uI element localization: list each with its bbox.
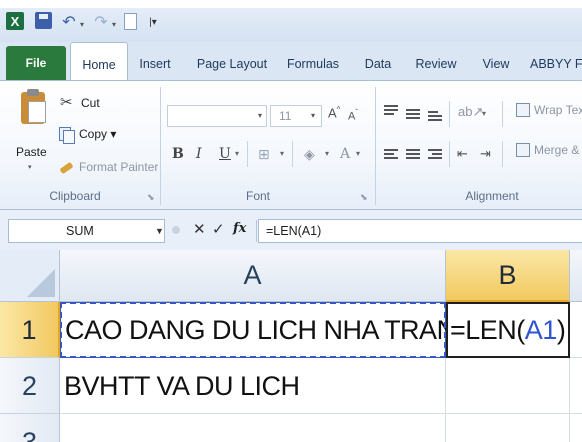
cell-c1[interactable] (570, 302, 582, 358)
undo-dropdown-icon[interactable]: ▾ (80, 14, 84, 34)
new-document-icon[interactable] (124, 13, 137, 30)
increase-indent-icon[interactable]: ⇥ (480, 143, 491, 165)
enter-formula-button[interactable]: ✓ (212, 222, 225, 238)
cell-a2-text: BVHTT VA DU LICH (64, 371, 300, 401)
formula-input[interactable]: =LEN(A1) (258, 219, 582, 243)
cell-a1-text: CAO DANG DU LICH NHA TRANG (65, 315, 477, 345)
clipboard-launcher-icon[interactable]: ⬊ (147, 192, 155, 203)
tab-view[interactable]: View (478, 42, 514, 80)
align-left-icon[interactable] (384, 149, 398, 161)
cell-a1[interactable]: CAO DANG DU LICH NHA TRANG (60, 302, 477, 358)
paintbrush-icon (58, 159, 74, 175)
underline-dropdown-icon[interactable]: ▾ (235, 143, 239, 165)
cell-c2[interactable] (570, 358, 582, 414)
copy-icon (58, 126, 75, 144)
tab-abbyy[interactable]: ABBYY Fin (530, 42, 582, 80)
font-name-dropdown-icon[interactable]: ▾ (258, 111, 262, 120)
orientation-icon[interactable]: ab↗ (458, 101, 483, 123)
customize-toolbar-icon[interactable]: |▾ (147, 12, 159, 32)
cell-a2[interactable]: BVHTT VA DU LICH (60, 358, 446, 414)
ribbon-tabs: File Home Insert Page Layout Formulas Da… (0, 42, 582, 82)
merge-icon (516, 143, 530, 157)
quick-access-toolbar: X ↶ ▾ ↷ ▾ |▾ (0, 0, 582, 42)
select-all-corner[interactable] (0, 250, 60, 302)
ribbon-home: Paste ▾ Cut Copy ▾ Format Painter Clipbo… (0, 80, 582, 210)
name-box-dropdown-icon[interactable]: ▼ (155, 226, 164, 236)
tab-file[interactable]: File (6, 46, 66, 80)
name-box[interactable]: SUM ▼ (8, 219, 165, 243)
font-size-dropdown-icon[interactable]: ▾ (311, 111, 315, 120)
align-middle-icon[interactable] (406, 107, 420, 119)
fill-color-dropdown-icon[interactable]: ▾ (325, 143, 329, 165)
column-header-a[interactable]: A (60, 250, 446, 302)
tab-data[interactable]: Data (360, 42, 396, 80)
title-strip (0, 8, 582, 42)
paste-dropdown-icon[interactable]: ▾ (28, 163, 32, 171)
undo-icon[interactable]: ↶ (60, 12, 78, 32)
font-group-label: Font (245, 189, 270, 203)
copy-button[interactable]: Copy ▾ (58, 124, 116, 144)
tab-insert[interactable]: Insert (132, 42, 178, 80)
align-right-icon[interactable] (428, 149, 442, 161)
save-icon[interactable] (35, 12, 52, 29)
column-header-c[interactable] (570, 250, 582, 302)
clipboard-group-label: Clipboard (49, 189, 101, 203)
align-bottom-icon[interactable] (428, 109, 442, 121)
worksheet-grid: A B 1 2 3 CAO DANG DU LICH NHA TRANG =LE… (0, 250, 582, 442)
shrink-font-icon[interactable]: Aˇ (348, 108, 358, 123)
tab-page-layout[interactable]: Page Layout (192, 42, 272, 80)
cell-c3[interactable] (570, 414, 582, 442)
font-color-icon[interactable]: A (340, 143, 350, 165)
align-top-icon[interactable] (384, 105, 398, 117)
row-header-2[interactable]: 2 (0, 358, 60, 414)
merge-center-button[interactable]: Merge & (534, 140, 579, 160)
paste-button[interactable]: Paste (16, 145, 47, 159)
cut-button[interactable]: Cut (60, 93, 100, 113)
fill-color-icon[interactable]: ◈ (304, 143, 315, 165)
font-color-dropdown-icon[interactable]: ▾ (356, 143, 360, 165)
align-center-icon[interactable] (406, 149, 420, 161)
cell-b1-formula-suffix: ) (556, 315, 566, 345)
bold-button[interactable]: B (172, 143, 184, 165)
tab-home[interactable]: Home (70, 42, 128, 82)
cell-b3[interactable] (446, 414, 570, 442)
font-name-combobox[interactable] (167, 105, 267, 127)
grow-font-icon[interactable]: A^ (328, 105, 340, 120)
paste-icon[interactable] (18, 89, 48, 127)
insert-function-button[interactable]: fx (233, 221, 246, 236)
cancel-formula-button[interactable]: ✕ (193, 222, 206, 238)
format-painter-button[interactable]: Format Painter (58, 157, 158, 177)
cell-b2[interactable] (446, 358, 570, 414)
decrease-indent-icon[interactable]: ⇤ (457, 143, 468, 165)
tab-formulas[interactable]: Formulas (283, 42, 343, 80)
text-caret (568, 313, 570, 345)
formula-bar: SUM ▼ ✕ ✓ fx =LEN(A1) (0, 210, 582, 250)
wrap-text-icon (516, 103, 530, 117)
column-header-b[interactable]: B (446, 250, 570, 302)
redo-dropdown-icon[interactable]: ▾ (112, 14, 116, 34)
italic-button[interactable]: I (196, 143, 202, 165)
row-header-3[interactable]: 3 (0, 414, 60, 442)
cell-b1-reference: A1 (524, 315, 558, 345)
cell-a3[interactable] (60, 414, 446, 442)
borders-dropdown-icon[interactable]: ▾ (280, 143, 284, 165)
excel-logo-icon[interactable]: X (6, 12, 24, 30)
font-launcher-icon[interactable]: ⬊ (360, 192, 368, 203)
borders-icon[interactable]: ⊞ (258, 143, 270, 165)
formula-bar-grip-icon (172, 226, 180, 234)
orientation-dropdown-icon[interactable]: ▾ (482, 103, 486, 125)
wrap-text-button[interactable]: Wrap Tex (534, 100, 582, 120)
redo-icon[interactable]: ↷ (92, 12, 110, 32)
cell-b1-formula-prefix: =LEN( (450, 315, 525, 345)
tab-review[interactable]: Review (411, 42, 461, 80)
underline-button[interactable]: U (219, 143, 231, 165)
row-header-1[interactable]: 1 (0, 302, 60, 358)
alignment-group-label: Alignment (465, 189, 519, 203)
cell-b1[interactable]: =LEN(A1) (446, 302, 570, 358)
scissors-icon (60, 93, 76, 111)
